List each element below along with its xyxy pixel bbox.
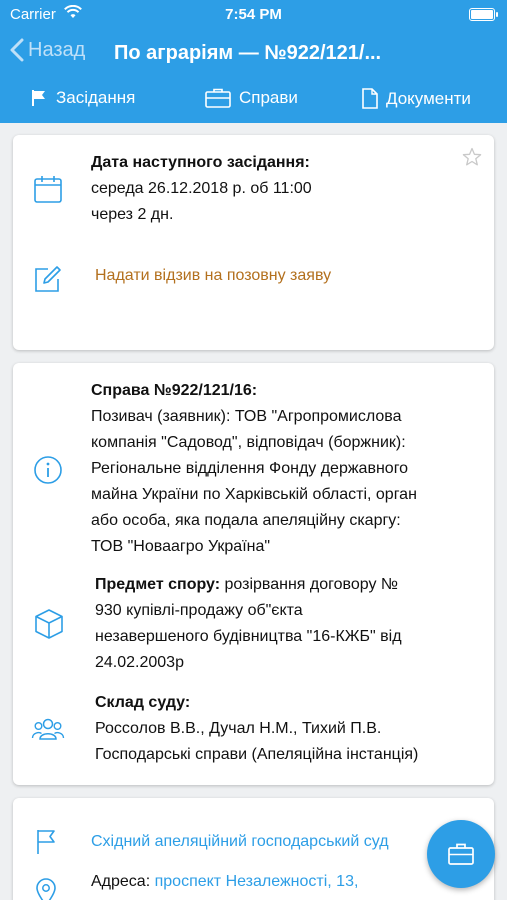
clock: 7:54 PM [225, 6, 282, 23]
court-card: Східний апеляційний господарський суд Ад… [13, 798, 494, 900]
location-pin-icon [35, 878, 57, 900]
tab-bar: Засідання Справи Документи [0, 76, 507, 123]
calendar-icon [33, 174, 63, 209]
people-icon [31, 716, 65, 747]
tab-cases[interactable]: Справи [205, 88, 298, 108]
case-parties-line: майна України по Харківській області, ор… [91, 486, 417, 503]
dispute-subject-text: розірвання договору № [220, 576, 399, 593]
dispute-subject-label: Предмет спору: [95, 576, 221, 593]
case-heading: Справа №922/121/16: [91, 382, 258, 399]
back-button[interactable]: Назад [10, 38, 85, 62]
tab-hearings[interactable]: Засідання [30, 88, 135, 108]
case-parties-line: або особа, яка подала апеляційну скаргу: [91, 512, 401, 529]
judges-list: Россолов В.В., Дучал Н.М., Тихий П.В. [95, 720, 382, 737]
tab-documents-label: Документи [386, 88, 471, 108]
cases-fab-button[interactable] [427, 820, 495, 888]
case-parties-line: Позивач (заявник): ТОВ "Агропромислова [91, 408, 402, 425]
dispute-subject-line: Предмет спору: розірвання договору № [95, 572, 398, 598]
case-parties-line: Регіональне відділення Фонду державного [91, 460, 409, 477]
court-composition-heading: Склад суду: [95, 694, 191, 711]
hearing-relative: через 2 дн. [91, 206, 174, 223]
tab-hearings-label: Засідання [56, 88, 136, 107]
court-type: Господарські справи (Апеляційна інстанці… [95, 746, 419, 763]
briefcase-icon [448, 843, 474, 865]
case-parties-line: ТОВ "Новаагро Україна" [91, 538, 271, 555]
address-label: Адреса: [91, 873, 151, 890]
flag-outline-icon [35, 829, 57, 860]
case-parties-line: компанія "Садовод", відповідач (боржник)… [91, 434, 406, 451]
dispute-subject-line: 930 купівлі-продажу об"єкта [95, 602, 303, 619]
info-icon [33, 455, 63, 490]
briefcase-icon [205, 88, 231, 108]
back-label: Назад [28, 38, 86, 61]
navigation-bar: Назад По аграріям — №922/121/... [0, 30, 507, 76]
court-address-line: Адреса: проспект Незалежності, 13, [91, 869, 358, 895]
box-icon [33, 608, 65, 645]
flag-icon [32, 90, 45, 106]
feedback-link[interactable]: Надати відзив на позовну заяву [95, 263, 331, 289]
edit-icon [33, 264, 63, 299]
dispute-subject-line: незавершеного будівництва "16-КЖБ" від [95, 628, 402, 645]
court-name-link[interactable]: Східний апеляційний господарський суд [91, 829, 389, 855]
star-icon[interactable] [462, 147, 482, 172]
page-title: По аграріям — №922/121/... [114, 42, 382, 64]
case-card: Справа №922/121/16: Позивач (заявник): Т… [13, 363, 494, 785]
hearing-date: середа 26.12.2018 р. об 11:00 [91, 180, 312, 197]
status-bar: Carrier 7:54 PM [0, 0, 507, 30]
document-icon [362, 88, 378, 109]
chevron-left-icon [10, 38, 24, 62]
tab-cases-label: Справи [239, 88, 298, 107]
battery-icon [469, 8, 498, 21]
tab-documents[interactable]: Документи [362, 88, 471, 109]
hearing-heading: Дата наступного засідання: [91, 154, 310, 171]
dispute-subject-line: 24.02.2003р [95, 654, 184, 671]
hearing-card: Дата наступного засідання: середа 26.12.… [13, 135, 494, 350]
address-link[interactable]: проспект Незалежності, 13, [150, 873, 359, 890]
